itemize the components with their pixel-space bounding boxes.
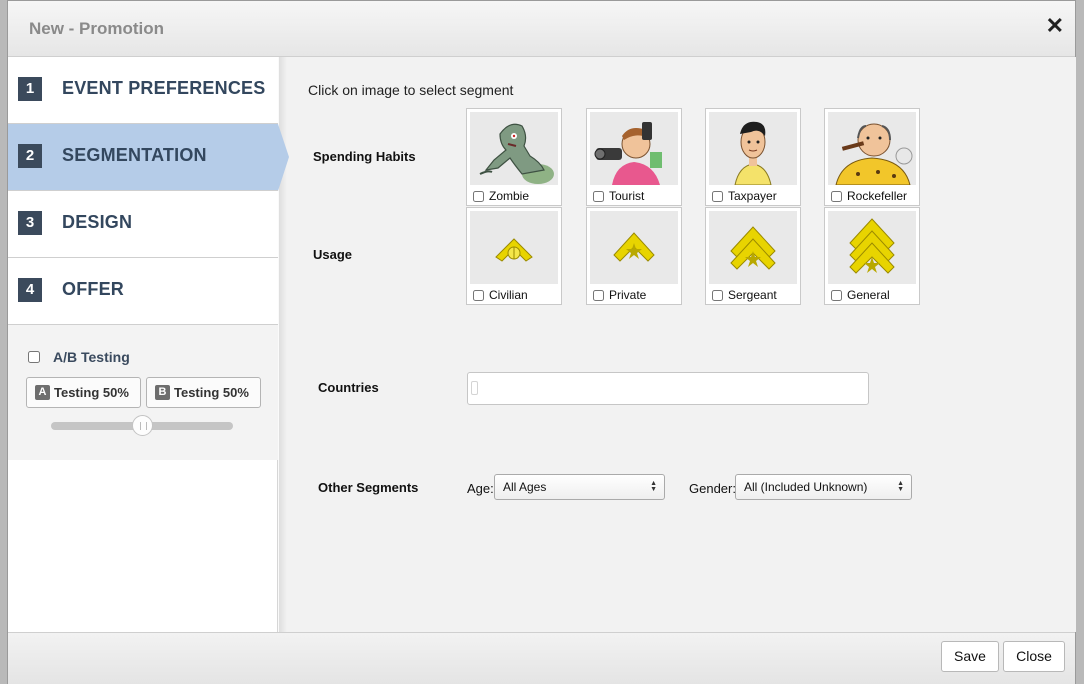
step-label: OFFER: [62, 279, 124, 299]
test-b-button[interactable]: B Testing 50%: [146, 377, 261, 408]
ab-split-slider-handle[interactable]: [132, 415, 153, 436]
taxpayer-icon: [709, 112, 797, 185]
step-label: DESIGN: [62, 212, 133, 232]
step-number: 3: [18, 211, 42, 235]
test-a-button[interactable]: A Testing 50%: [26, 377, 141, 408]
step-event-preferences[interactable]: 1 EVENT PREFERENCES: [8, 57, 278, 124]
step-number: 1: [18, 77, 42, 101]
letter-b-icon: B: [155, 385, 170, 400]
countries-input[interactable]: [467, 372, 869, 405]
modal-header: New - Promotion ✕: [8, 1, 1075, 57]
usage-label: Usage: [313, 247, 353, 262]
segment-name: Zombie: [489, 189, 530, 203]
steps-sidebar: 1 EVENT PREFERENCES 2 SEGMENTATION 3 DES…: [8, 57, 289, 632]
segment-card-tourist[interactable]: Tourist: [586, 108, 682, 206]
rockefeller-icon: [828, 112, 916, 185]
age-select-value: All Ages: [503, 480, 547, 494]
countries-label: Countries: [318, 380, 379, 395]
sergeant-rank-icon: [709, 211, 797, 284]
other-segments-label: Other Segments: [318, 480, 419, 495]
spending-habits-label: Spending Habits: [313, 149, 416, 164]
test-b-label: Testing 50%: [174, 385, 249, 400]
segment-name: Civilian: [489, 288, 528, 302]
rockefeller-checkbox[interactable]: [831, 191, 842, 202]
ab-testing-label: A/B Testing: [53, 349, 130, 365]
sergeant-checkbox[interactable]: [712, 290, 723, 301]
taxpayer-checkbox[interactable]: [712, 191, 723, 202]
general-checkbox[interactable]: [831, 290, 842, 301]
general-rank-icon: [828, 211, 916, 284]
segment-name: Rockefeller: [847, 189, 908, 203]
zombie-icon: [470, 112, 558, 185]
step-number: 2: [18, 144, 42, 168]
ab-testing-checkbox[interactable]: [28, 351, 40, 363]
step-segmentation[interactable]: 2 SEGMENTATION: [8, 124, 289, 191]
modal-title: New - Promotion: [29, 19, 165, 38]
gender-label: Gender:: [689, 481, 736, 496]
select-arrows-icon: ▲ ▼: [897, 480, 904, 493]
select-arrows-icon: ▲ ▼: [650, 480, 657, 493]
close-icon[interactable]: ✕: [1046, 15, 1064, 37]
step-design[interactable]: 3 DESIGN: [8, 191, 278, 258]
modal-footer: Save Close: [8, 632, 1075, 684]
step-label: SEGMENTATION: [62, 145, 207, 165]
segment-card-taxpayer[interactable]: Taxpayer: [705, 108, 801, 206]
instruction-text: Click on image to select segment: [308, 82, 514, 98]
segmentation-content: Click on image to select segment Spendin…: [279, 57, 1076, 632]
segment-name: Sergeant: [728, 288, 777, 302]
zombie-checkbox[interactable]: [473, 191, 484, 202]
test-a-label: Testing 50%: [54, 385, 129, 400]
tourist-checkbox[interactable]: [593, 191, 604, 202]
civilian-checkbox[interactable]: [473, 290, 484, 301]
step-number: 4: [18, 278, 42, 302]
step-label: EVENT PREFERENCES: [62, 78, 266, 98]
segment-name: Taxpayer: [728, 189, 777, 203]
segment-card-rockefeller[interactable]: Rockefeller: [824, 108, 920, 206]
promotion-modal: New - Promotion ✕ 1 EVENT PREFERENCES 2 …: [7, 0, 1076, 684]
save-button[interactable]: Save: [941, 641, 999, 672]
segment-card-civilian[interactable]: Civilian: [466, 207, 562, 305]
segment-card-zombie[interactable]: Zombie: [466, 108, 562, 206]
age-select[interactable]: All Ages ▲ ▼: [494, 474, 665, 500]
letter-a-icon: A: [35, 385, 50, 400]
gender-select-value: All (Included Unknown): [744, 480, 868, 494]
segment-card-sergeant[interactable]: Sergeant: [705, 207, 801, 305]
age-label: Age:: [467, 481, 494, 496]
segment-card-private[interactable]: Private: [586, 207, 682, 305]
step-offer[interactable]: 4 OFFER: [8, 258, 278, 325]
private-rank-icon: [590, 211, 678, 284]
segment-card-general[interactable]: General: [824, 207, 920, 305]
segment-name: Private: [609, 288, 647, 302]
ab-testing-panel: A/B Testing A Testing 50% B Testing 50%: [8, 325, 278, 460]
close-button[interactable]: Close: [1003, 641, 1065, 672]
civilian-rank-icon: [470, 211, 558, 284]
gender-select[interactable]: All (Included Unknown) ▲ ▼: [735, 474, 912, 500]
segment-name: Tourist: [609, 189, 645, 203]
private-checkbox[interactable]: [593, 290, 604, 301]
tourist-icon: [590, 112, 678, 185]
segment-name: General: [847, 288, 890, 302]
